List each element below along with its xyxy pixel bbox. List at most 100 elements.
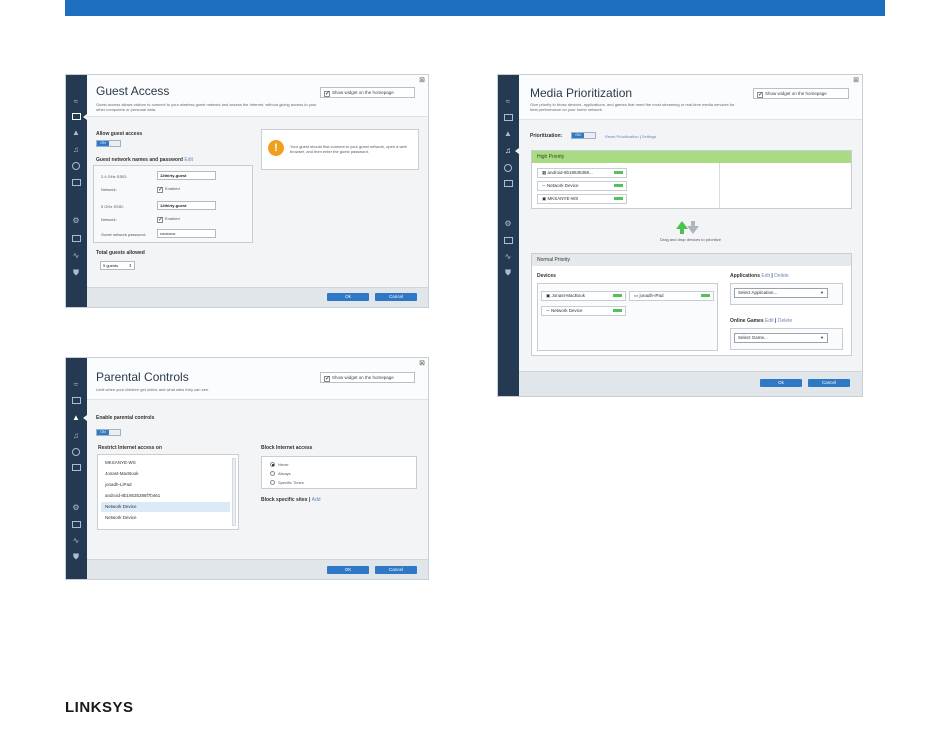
guest-icon[interactable] <box>69 112 83 122</box>
radio-icon <box>270 480 275 485</box>
troubleshoot-icon[interactable] <box>69 234 83 244</box>
list-item[interactable]: android-8b19535388f7b461 <box>101 491 230 501</box>
block-sites-label: Block specific sites | Add <box>261 497 321 503</box>
checkmark-icon: ✓ <box>757 92 764 98</box>
warning-icon[interactable]: ▲ <box>69 128 83 138</box>
cancel-button[interactable]: Cancel <box>375 566 417 574</box>
widget-header: ⊠ Media Prioritization Give priority to … <box>519 75 862 120</box>
total-guests-select[interactable]: 5 guests ⇕ <box>100 261 135 270</box>
list-item[interactable]: MKSANYE-WS <box>101 458 230 468</box>
guest-footer: Ok Cancel <box>87 287 428 307</box>
select-game-dropdown[interactable]: Select Game... ▼ <box>734 333 828 343</box>
speed-icon[interactable] <box>69 447 83 457</box>
wireless-icon[interactable]: ∿ <box>69 251 83 261</box>
apps-edit-link[interactable]: Edit <box>761 273 770 279</box>
radio-specific-times[interactable]: Specific Times <box>270 480 304 485</box>
connectivity-icon[interactable]: ⚙ <box>69 216 83 226</box>
chevron-down-icon: ▼ <box>820 290 824 295</box>
normal-device-network[interactable]: ∼ Network Device <box>541 306 626 316</box>
games-delete-link[interactable]: Delete <box>778 318 792 324</box>
ok-button[interactable]: Ok <box>327 293 369 301</box>
media-icon[interactable]: ♫ <box>69 431 83 441</box>
cancel-button[interactable]: Cancel <box>808 379 850 387</box>
prioritization-label: Prioritization: <box>530 133 563 139</box>
speed-icon[interactable] <box>69 161 83 171</box>
security-icon[interactable]: ⛊ <box>69 268 83 278</box>
header-accent-bar <box>65 0 885 16</box>
network5-enabled[interactable]: ✓ Enabled <box>157 216 180 223</box>
radio-icon <box>270 471 275 476</box>
close-icon[interactable]: ⊠ <box>853 76 859 84</box>
security-icon[interactable]: ⛊ <box>69 552 83 562</box>
close-icon[interactable]: ⊠ <box>419 359 425 367</box>
list-item[interactable]: jonadh-LiPad <box>101 480 230 490</box>
device-list[interactable]: MKSANYE-WS Jonast-MacBook jonadh-LiPad a… <box>97 454 239 530</box>
list-item[interactable]: Jonast-MacBook <box>101 469 230 479</box>
media-prioritization-screenshot: ≈ ▲ ♫ ⚙ ∿ ⛊ ⊠ Media Prioritization Give … <box>497 74 863 397</box>
list-item[interactable]: Network Device <box>101 513 230 523</box>
speed-icon[interactable] <box>501 163 515 173</box>
signal-icon <box>613 309 622 312</box>
normal-device-ipad[interactable]: ▭ jonadh-iPad <box>629 291 714 301</box>
games-edit-link[interactable]: Edit <box>765 318 774 324</box>
media-icon[interactable]: ♫ <box>69 145 83 155</box>
high-device-mksanye[interactable]: ▣ MKSANYE-WS <box>537 194 627 204</box>
show-widget-checkbox[interactable]: ✓ Show widget on the homepage <box>320 372 415 383</box>
troubleshoot-icon[interactable] <box>501 236 515 246</box>
ssid5-input[interactable]: 12thirty-guest <box>157 201 216 210</box>
close-icon[interactable]: ⊠ <box>419 76 425 84</box>
radio-never[interactable]: Never <box>270 462 289 467</box>
page-description: Give priority to those devices, applicat… <box>530 102 735 112</box>
high-device-android[interactable]: ▦ android-8b19535388... <box>537 168 627 178</box>
list-item[interactable]: Network Device <box>101 502 230 512</box>
add-link[interactable]: Add <box>312 497 321 503</box>
guest-icon[interactable] <box>501 113 515 123</box>
wifi-icon[interactable]: ≈ <box>69 380 83 390</box>
media-icon[interactable]: ♫ <box>501 146 515 156</box>
enable-parental-label: Enable parental controls <box>96 415 155 421</box>
checkmark-icon: ✓ <box>324 91 331 97</box>
online-games-label: Online Games Edit | Delete <box>730 318 793 324</box>
widget-header: ⊠ Parental Controls Limit when your chil… <box>87 358 428 400</box>
cancel-button[interactable]: Cancel <box>375 293 417 301</box>
arrow-down-icon <box>687 226 699 234</box>
parental-toggle[interactable]: ON <box>96 429 121 436</box>
show-widget-checkbox[interactable]: ✓ Show widget on the homepage <box>320 87 415 98</box>
connectivity-icon[interactable]: ⚙ <box>501 219 515 229</box>
edit-link[interactable]: Edit <box>184 157 193 163</box>
network24-enabled[interactable]: ✓ Enabled <box>157 186 180 193</box>
guest-toggle[interactable]: ON <box>96 140 121 147</box>
network5-label: Network: <box>101 217 117 222</box>
select-application-dropdown[interactable]: Select Application... ▼ <box>734 288 828 298</box>
reset-link[interactable]: Reset Prioritization <box>605 134 639 139</box>
radio-always[interactable]: Always <box>270 471 291 476</box>
radio-icon <box>270 462 275 467</box>
troubleshoot-icon[interactable] <box>69 520 83 530</box>
chevron-down-icon: ▼ <box>820 335 824 340</box>
connectivity-icon[interactable]: ⚙ <box>69 503 83 513</box>
ok-button[interactable]: Ok <box>760 379 802 387</box>
guest-icon[interactable] <box>69 396 83 406</box>
settings-link[interactable]: Settings <box>642 134 656 139</box>
warning-icon[interactable]: ▲ <box>501 129 515 139</box>
signal-icon <box>614 197 623 200</box>
prioritization-toggle[interactable]: ON <box>571 132 596 139</box>
wifi-icon[interactable]: ≈ <box>69 97 83 107</box>
storage-icon[interactable] <box>501 179 515 189</box>
apps-delete-link[interactable]: Delete <box>774 273 788 279</box>
scrollbar[interactable] <box>232 458 236 526</box>
wifi-icon[interactable]: ≈ <box>501 97 515 107</box>
password-input[interactable]: ••••••••••• <box>157 229 216 238</box>
wireless-icon[interactable]: ∿ <box>69 536 83 546</box>
storage-icon[interactable] <box>69 178 83 188</box>
security-icon[interactable]: ⛊ <box>501 268 515 278</box>
show-widget-checkbox[interactable]: ✓ Show widget on the homepage <box>753 88 849 99</box>
wireless-icon[interactable]: ∿ <box>501 252 515 262</box>
ok-button[interactable]: OK <box>327 566 369 574</box>
storage-icon[interactable] <box>69 463 83 473</box>
signal-icon <box>614 184 623 187</box>
ssid24-input[interactable]: 12thirty-guest <box>157 171 216 180</box>
high-device-network[interactable]: ∼ Network Device <box>537 181 627 191</box>
warning-icon[interactable]: ▲ <box>69 413 83 423</box>
normal-device-macbook[interactable]: ▣ Jonast-MacBook <box>541 291 626 301</box>
